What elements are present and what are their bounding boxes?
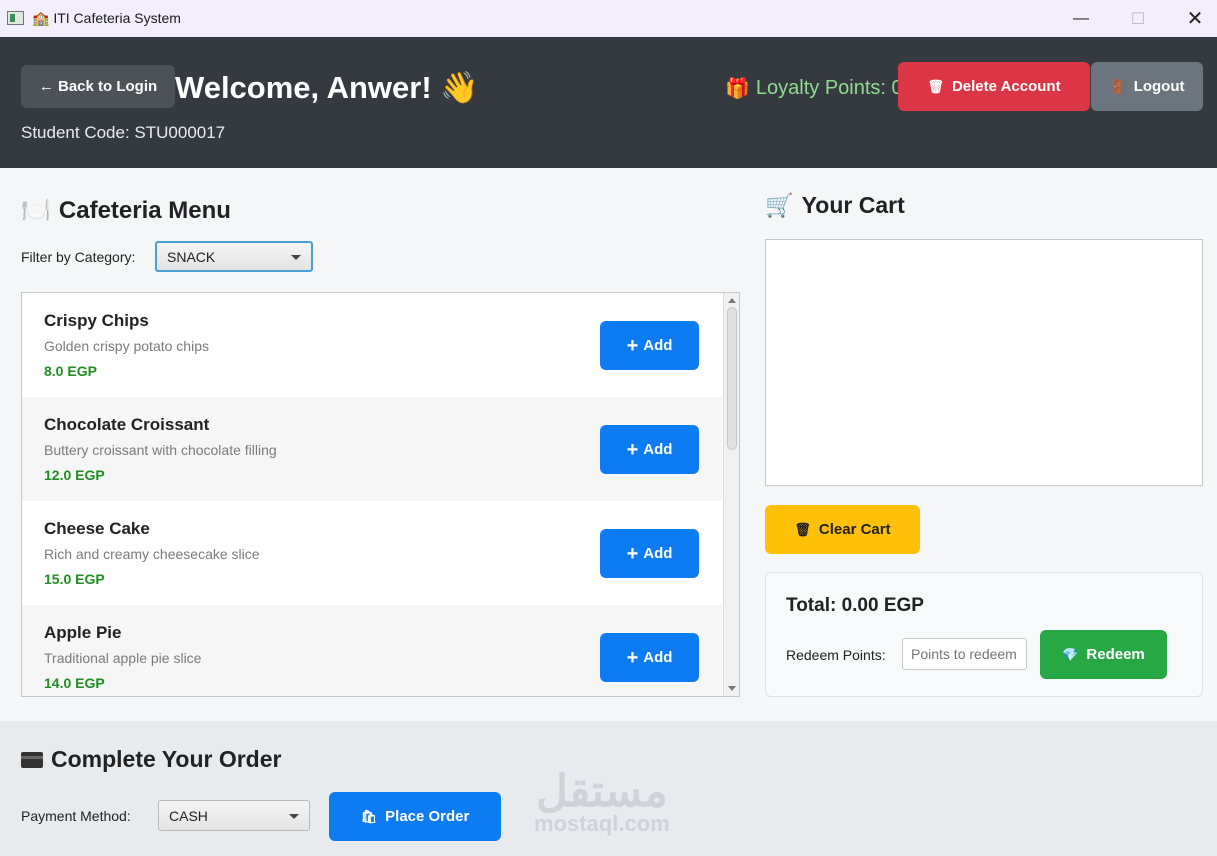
trash-icon: 🗑: [927, 78, 944, 94]
menu-scrollbar[interactable]: [723, 293, 739, 696]
window-title: 🏫 ITI Cafeteria System: [32, 10, 181, 27]
payment-method-value: CASH: [169, 807, 208, 824]
redeem-label: Redeem: [1086, 646, 1145, 663]
cart-section-title: 🛒 Your Cart: [765, 192, 905, 219]
credit-card-icon: [21, 751, 43, 768]
window-title-text: ITI Cafeteria System: [53, 10, 181, 26]
add-label: Add: [643, 337, 673, 354]
school-icon: 🏫: [32, 10, 50, 26]
chevron-down-icon: [289, 813, 299, 819]
watermark-logo: مستقل mostaql.com: [534, 766, 670, 837]
menu-item-description: Buttery croissant with chocolate filling: [44, 442, 277, 458]
door-icon: 🚪: [1109, 78, 1126, 94]
place-order-label: Place Order: [385, 808, 470, 825]
place-order-button[interactable]: 🛍 Place Order: [329, 792, 501, 841]
category-filter-select[interactable]: SNACK: [155, 241, 313, 272]
payment-method-label: Payment Method:: [21, 808, 131, 824]
menu-item-price: 15.0 EGP: [44, 571, 105, 587]
watermark-latin: mostaql.com: [534, 811, 670, 836]
filter-label: Filter by Category:: [21, 249, 136, 265]
scrollbar-thumb[interactable]: [727, 307, 737, 450]
back-to-login-button[interactable]: ← Back to Login: [21, 65, 175, 108]
menu-item: Apple Pie Traditional apple pie slice 14…: [22, 605, 722, 696]
watermark-arabic: مستقل: [536, 767, 668, 816]
cart-total: Total: 0.00 EGP: [786, 595, 924, 616]
menu-item-list[interactable]: Crispy Chips Golden crispy potato chips …: [21, 292, 740, 697]
order-section-title: Complete Your Order: [21, 746, 281, 773]
menu-item: Chocolate Croissant Buttery croissant wi…: [22, 397, 722, 501]
loyalty-points-label: Loyalty Points: 0: [755, 77, 903, 99]
minimize-button[interactable]: —: [1058, 0, 1104, 37]
plus-icon: +: [626, 334, 639, 357]
delete-account-label: Delete Account: [951, 78, 1061, 95]
menu-item-price: 8.0 EGP: [44, 363, 97, 379]
plus-icon: +: [626, 542, 639, 565]
cart-icon: 🛒: [765, 192, 794, 218]
close-button[interactable]: ✕: [1172, 0, 1217, 37]
maximize-button[interactable]: ☐: [1115, 0, 1161, 37]
menu-item-price: 12.0 EGP: [44, 467, 105, 483]
order-title-text: Complete Your Order: [51, 746, 282, 772]
menu-item: Crispy Chips Golden crispy potato chips …: [22, 293, 722, 397]
plus-icon: +: [626, 646, 639, 669]
menu-item: Cheese Cake Rich and creamy cheesecake s…: [22, 501, 722, 605]
cart-title-text: Your Cart: [801, 192, 905, 218]
add-label: Add: [643, 649, 673, 666]
menu-item-description: Rich and creamy cheesecake slice: [44, 546, 260, 562]
scroll-up-icon[interactable]: [728, 298, 736, 303]
gift-icon: 🎁: [725, 78, 750, 100]
menu-item-name: Apple Pie: [44, 623, 122, 642]
student-code-label: Student Code: STU000017: [21, 123, 226, 142]
redeem-points-input[interactable]: [902, 638, 1027, 670]
menu-item-description: Golden crispy potato chips: [44, 338, 209, 354]
plate-icon: 🍽️: [21, 197, 51, 224]
logout-button[interactable]: 🚪 Logout: [1091, 62, 1203, 111]
trash-icon: 🗑: [794, 521, 811, 537]
menu-item-name: Crispy Chips: [44, 311, 149, 330]
menu-section-title: 🍽️ Cafeteria Menu: [21, 196, 231, 225]
menu-item-price: 14.0 EGP: [44, 675, 105, 691]
plus-icon: +: [626, 438, 639, 461]
diamond-icon: 💎: [1062, 646, 1079, 662]
total-panel: Total: 0.00 EGP Redeem Points: 💎 Redeem: [765, 572, 1203, 697]
menu-item-description: Traditional apple pie slice: [44, 650, 202, 666]
clear-cart-label: Clear Cart: [818, 521, 891, 538]
add-to-cart-button[interactable]: + Add: [600, 321, 699, 370]
add-label: Add: [643, 545, 673, 562]
category-filter-value: SNACK: [167, 248, 216, 265]
chevron-down-icon: [291, 254, 301, 260]
app-window-icon: [7, 11, 24, 25]
add-to-cart-button[interactable]: + Add: [600, 529, 699, 578]
redeem-button[interactable]: 💎 Redeem: [1040, 630, 1167, 679]
shopping-bag-icon: 🛍: [360, 808, 378, 824]
payment-method-select[interactable]: CASH: [158, 800, 310, 831]
menu-item-name: Chocolate Croissant: [44, 415, 210, 434]
welcome-heading: Welcome, Anwer! 👋: [175, 70, 479, 105]
add-to-cart-button[interactable]: + Add: [600, 425, 699, 474]
header-bar: ← Back to Login Welcome, Anwer! 👋 Studen…: [0, 37, 1217, 168]
clear-cart-button[interactable]: 🗑 Clear Cart: [765, 505, 920, 554]
add-label: Add: [643, 441, 673, 458]
order-section: Complete Your Order Payment Method: CASH…: [0, 721, 1217, 856]
menu-item-name: Cheese Cake: [44, 519, 150, 538]
loyalty-points: 🎁 Loyalty Points: 0: [725, 76, 903, 101]
menu-title-text: Cafeteria Menu: [58, 196, 231, 224]
window-titlebar: 🏫 ITI Cafeteria System — ☐ ✕: [0, 0, 1217, 37]
cart-items-list[interactable]: [765, 239, 1203, 486]
scroll-down-icon[interactable]: [728, 686, 736, 691]
redeem-points-label: Redeem Points:: [786, 647, 886, 663]
delete-account-button[interactable]: 🗑 Delete Account: [898, 62, 1090, 111]
logout-label: Logout: [1133, 78, 1185, 95]
main-content: 🍽️ Cafeteria Menu Filter by Category: SN…: [0, 168, 1217, 721]
add-to-cart-button[interactable]: + Add: [600, 633, 699, 682]
